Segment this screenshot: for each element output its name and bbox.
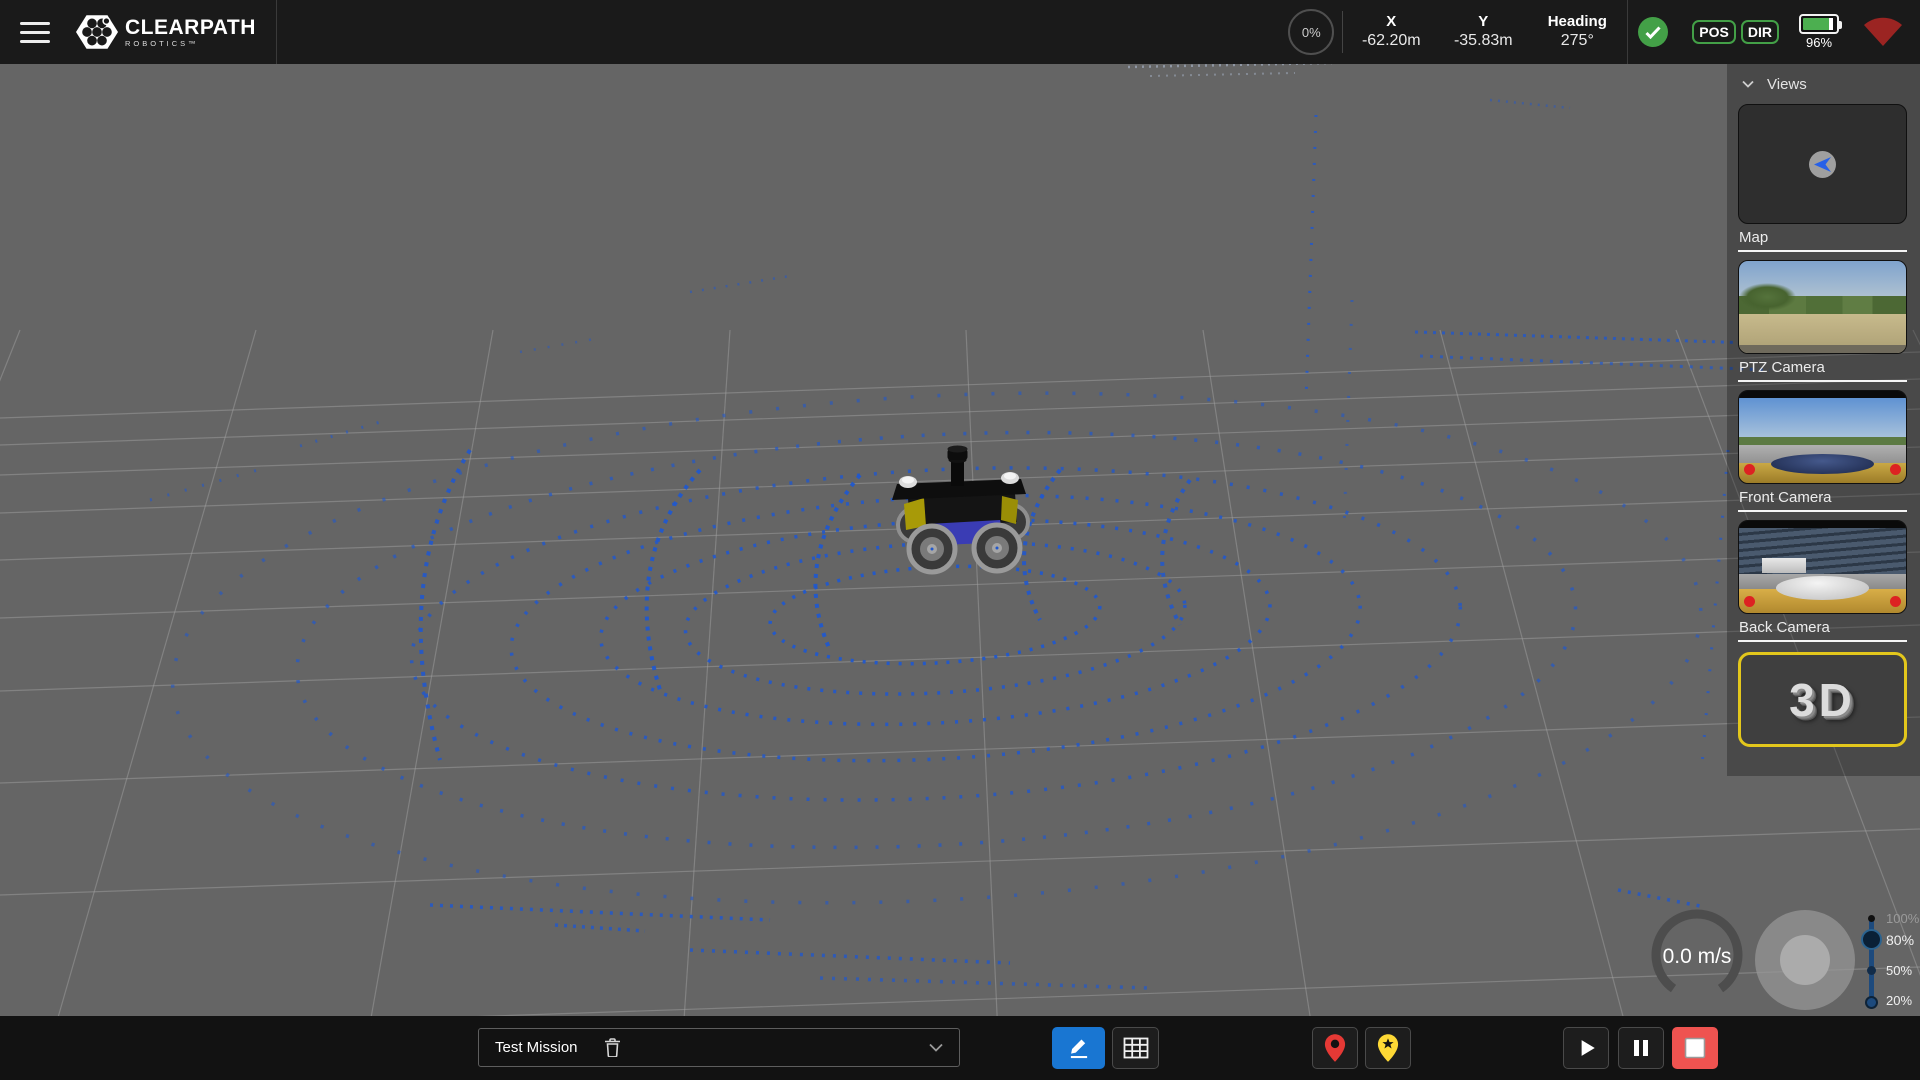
lidar-disc [1771, 454, 1875, 474]
mission-control-bar: Test Mission [0, 1016, 1920, 1080]
mission-name: Test Mission [495, 1039, 578, 1056]
mission-progress-circle: 0% [1288, 9, 1334, 55]
throttle-slider[interactable]: 100% 80% 50% 20% [1860, 905, 1920, 1015]
front-camera-thumbnail[interactable] [1738, 390, 1907, 484]
pause-icon [1629, 1036, 1653, 1060]
divider [1342, 11, 1343, 53]
gps-dome [1776, 576, 1870, 600]
telemetry-x: X -62.20m [1347, 13, 1435, 52]
throttle-label-100: 100% [1886, 911, 1919, 926]
grid-icon [1123, 1037, 1149, 1059]
stop-icon [1682, 1035, 1708, 1061]
telemetry-y: Y -35.83m [1439, 13, 1527, 52]
throttle-stop-20[interactable] [1865, 996, 1878, 1009]
wifi-signal-icon [1860, 14, 1906, 50]
chevron-down-icon [1742, 80, 1754, 88]
view-label-back: Back Camera [1739, 619, 1908, 636]
views-panel: Views Map PTZ Camera [1727, 64, 1920, 776]
throttle-label-20: 20% [1886, 993, 1912, 1008]
throttle-stop-100[interactable] [1868, 915, 1875, 922]
brand-tagline: ROBOTICS™ [125, 40, 256, 48]
views-panel-header[interactable]: Views [1738, 64, 1920, 104]
camera-osd-strip [1739, 521, 1906, 528]
joystick[interactable] [1755, 910, 1855, 1010]
robot-position-marker [1809, 151, 1836, 178]
add-waypoint-button[interactable] [1312, 1027, 1358, 1069]
delete-mission-icon[interactable] [604, 1038, 621, 1057]
battery-indicator: 96% [1799, 14, 1839, 50]
play-icon [1572, 1034, 1600, 1062]
clearpath-logo: CLEARPATH ROBOTICS™ [76, 11, 256, 53]
play-mission-button[interactable] [1563, 1027, 1609, 1069]
brand-name: CLEARPATH [125, 17, 256, 38]
add-task-waypoint-button[interactable] [1365, 1027, 1411, 1069]
view-label-underline [1738, 250, 1907, 252]
heading-arrow-icon [1814, 157, 1831, 172]
robot-model [890, 440, 1060, 580]
back-camera-thumbnail[interactable] [1738, 520, 1907, 614]
pencil-icon [1066, 1035, 1092, 1061]
view-label-underline [1738, 510, 1907, 512]
mission-select-dropdown[interactable]: Test Mission [478, 1028, 960, 1067]
map-view-thumbnail[interactable] [1738, 104, 1907, 224]
hamburger-menu-button[interactable] [12, 12, 58, 52]
red-pin-icon [1324, 1033, 1346, 1063]
view-label-front: Front Camera [1739, 489, 1908, 506]
view-label-ptz: PTZ Camera [1739, 359, 1908, 376]
status-ok-check-icon [1638, 17, 1668, 47]
view-3d-button-selected[interactable]: 3D [1738, 652, 1907, 747]
app-window: Views Map PTZ Camera [0, 0, 1920, 1080]
stop-mission-button[interactable] [1672, 1027, 1718, 1069]
divider [1627, 0, 1628, 64]
telemetry-heading: Heading 275° [1529, 13, 1625, 52]
view-label-map: Map [1739, 229, 1908, 246]
pos-status-badge: POS [1692, 20, 1736, 44]
throttle-label-50: 50% [1886, 963, 1912, 978]
mission-progress-value: 0% [1302, 25, 1321, 40]
scene-3d-viewport[interactable] [0, 0, 1920, 1080]
view-label-underline [1738, 640, 1907, 642]
view-label-underline [1738, 380, 1907, 382]
throttle-label-80: 80% [1886, 932, 1914, 948]
throttle-stop-50[interactable] [1867, 966, 1876, 975]
ptz-camera-thumbnail[interactable] [1738, 260, 1907, 354]
throttle-handle-80[interactable] [1861, 929, 1882, 950]
camera-osd-strip [1739, 391, 1906, 398]
mission-table-button[interactable] [1112, 1027, 1159, 1069]
divider [276, 0, 277, 64]
battery-percent: 96% [1806, 35, 1832, 50]
joystick-knob[interactable] [1780, 935, 1830, 985]
clearpath-hexagon-icon [76, 11, 118, 53]
dropdown-chevron-icon[interactable] [929, 1043, 943, 1052]
edit-mission-button[interactable] [1052, 1027, 1105, 1069]
top-status-bar: CLEARPATH ROBOTICS™ 0% X -62.20m Y -35.8… [0, 0, 1920, 64]
views-panel-title: Views [1767, 76, 1807, 93]
dir-status-badge: DIR [1741, 20, 1779, 44]
battery-icon [1799, 14, 1839, 34]
pause-mission-button[interactable] [1618, 1027, 1664, 1069]
yellow-pin-icon [1377, 1033, 1399, 1063]
view-3d-label: 3D [1789, 673, 1856, 727]
